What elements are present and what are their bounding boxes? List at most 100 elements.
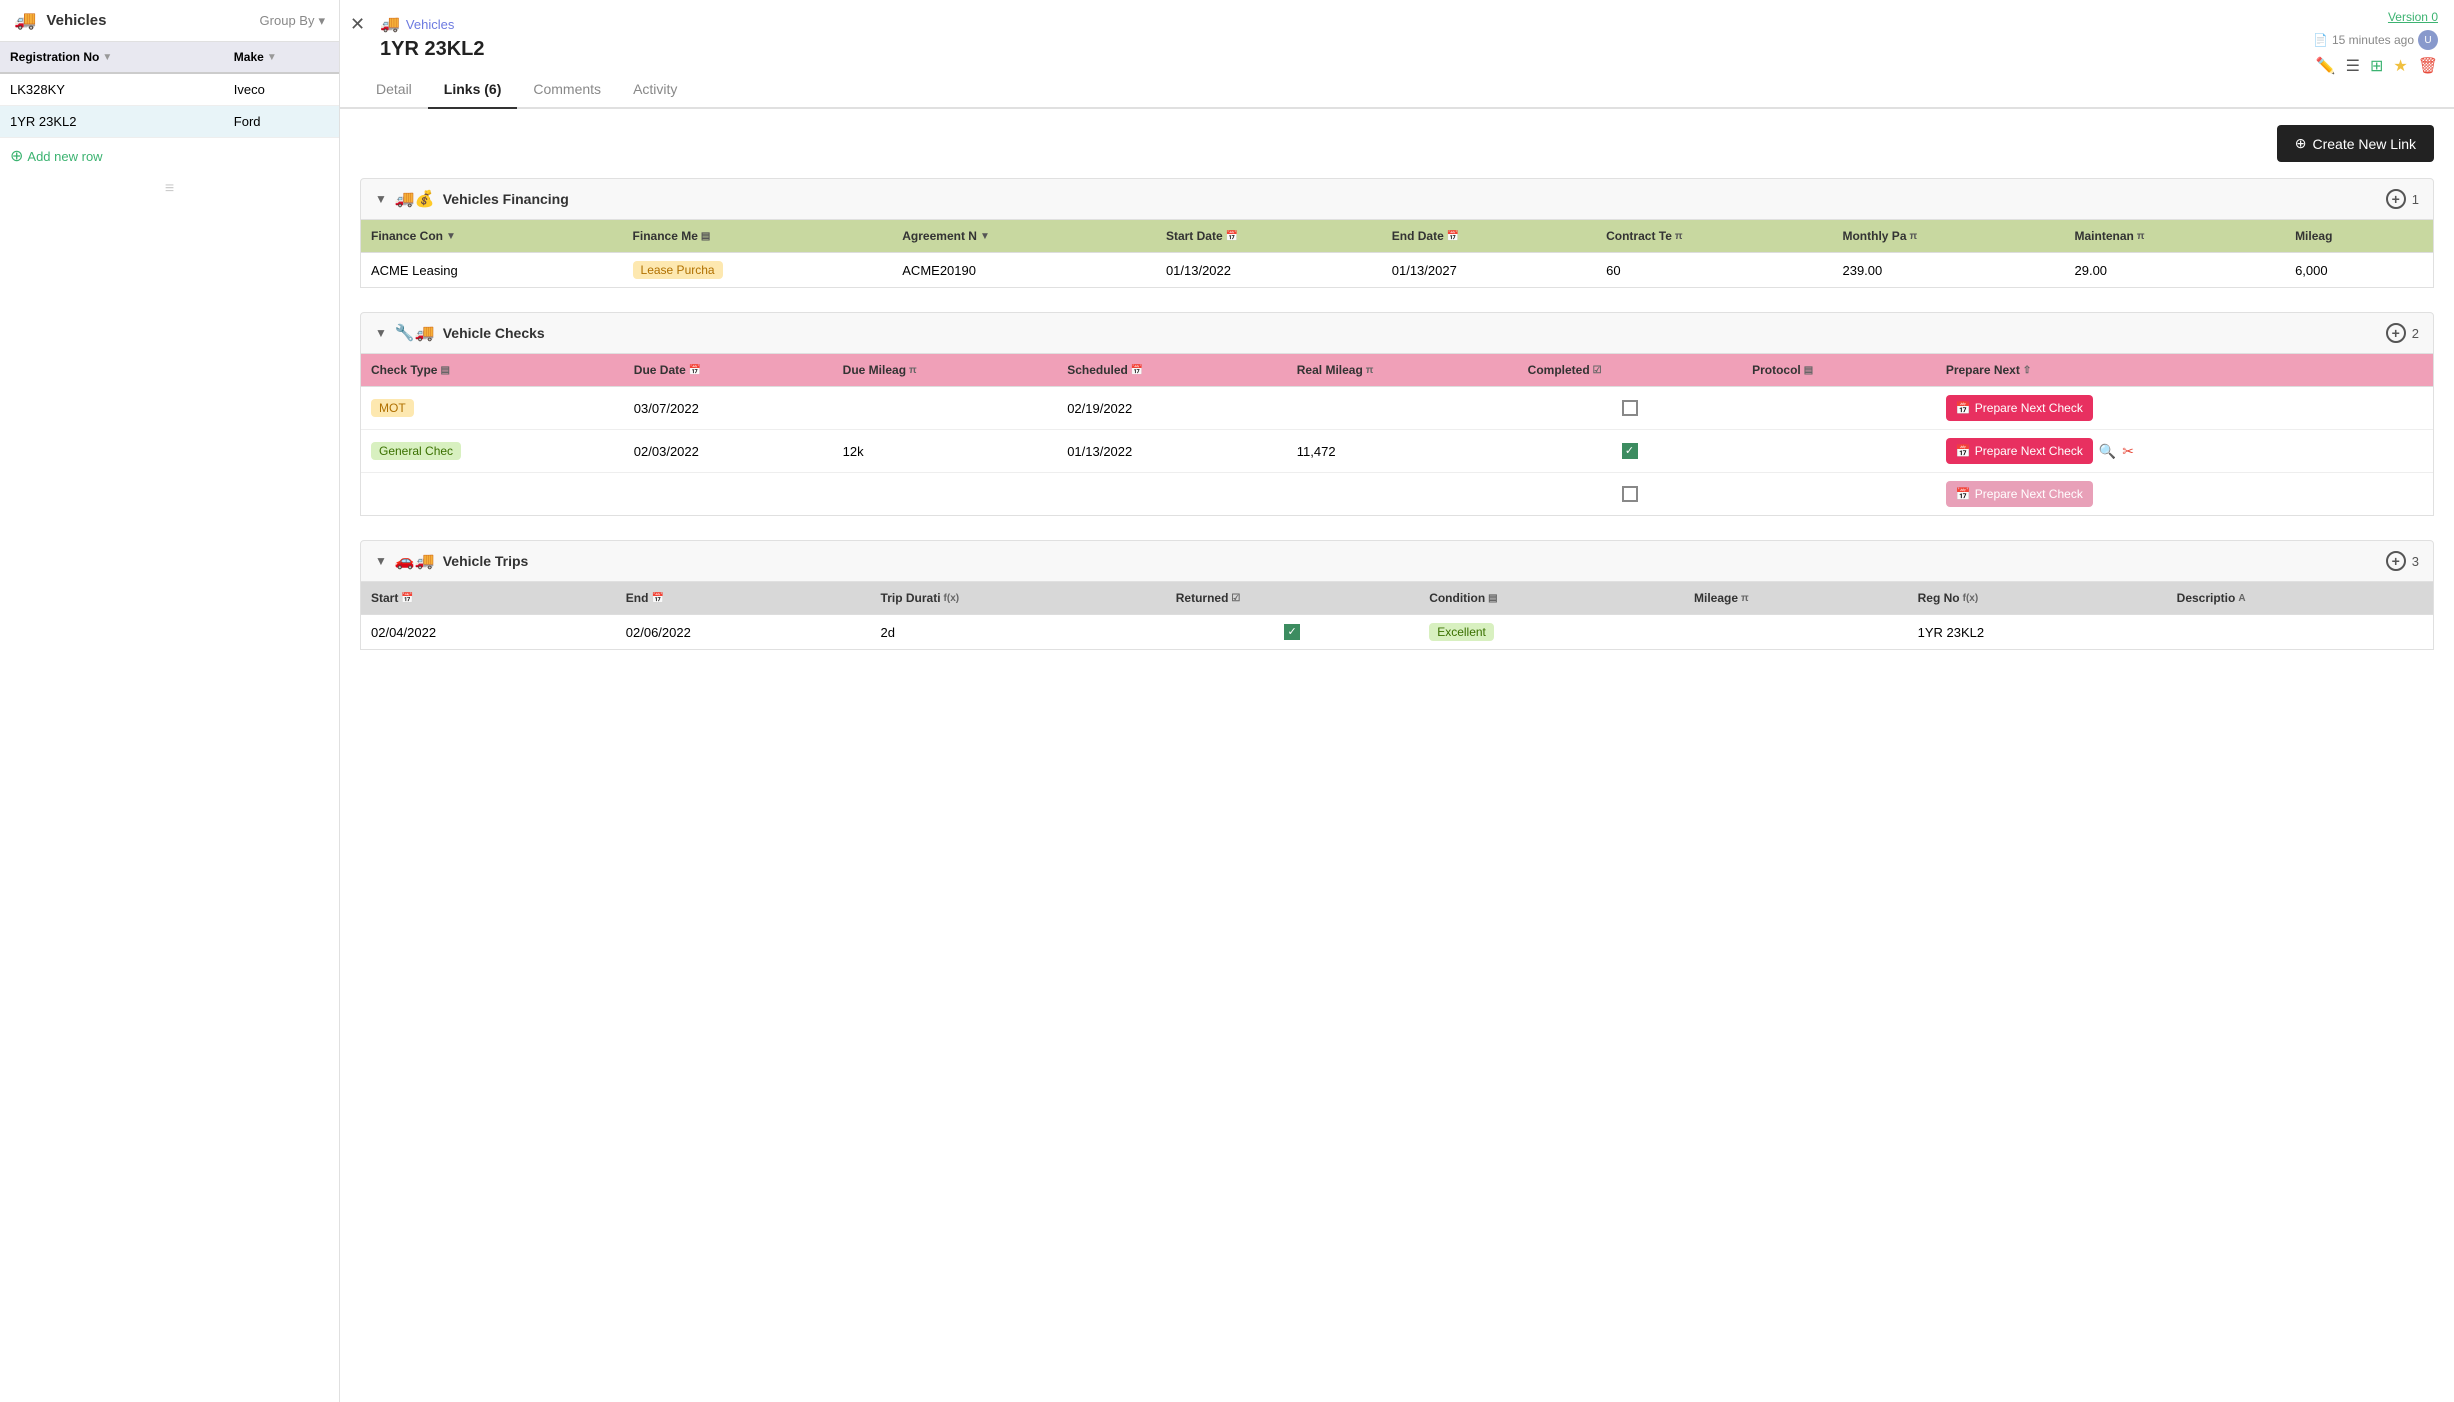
grid-icon[interactable]: ⊞ xyxy=(2370,56,2383,76)
col-header[interactable]: Returned☑ xyxy=(1166,582,1419,615)
col-header[interactable]: Real Mileagπ xyxy=(1287,354,1518,387)
financing-section-header: ▼ 🚚💰 Vehicles Financing + 1 xyxy=(360,178,2434,220)
trash-icon[interactable]: 🗑 xyxy=(2418,56,2438,76)
table-row[interactable]: ACME Leasing Lease Purcha ACME20190 01/1… xyxy=(361,253,2433,288)
col-header[interactable]: Finance Con▼ xyxy=(361,220,623,253)
completed-checkbox[interactable] xyxy=(1622,443,1638,459)
trips-icon: 🚗🚚 xyxy=(395,551,435,571)
unlink-icon[interactable]: ✂ xyxy=(2122,443,2134,460)
plus-circle-icon: ⊕ xyxy=(2295,135,2307,152)
col-header[interactable]: Agreement N▼ xyxy=(892,220,1156,253)
trips-add[interactable]: + 3 xyxy=(2386,551,2419,571)
search-icon[interactable]: 🔍 xyxy=(2099,443,2116,460)
col-header[interactable]: Due Mileagπ xyxy=(833,354,1058,387)
add-new-row[interactable]: ⊕ Add new row xyxy=(0,138,339,174)
completed-checkbox[interactable] xyxy=(1622,486,1638,502)
returned-checkbox[interactable] xyxy=(1284,624,1300,640)
col-header[interactable]: Start📅 xyxy=(361,582,616,615)
col-header-make[interactable]: Make ▼ xyxy=(224,42,339,73)
col-header[interactable]: Protocol▤ xyxy=(1742,354,1936,387)
prepare-next-check-button[interactable]: 📅 Prepare Next Check xyxy=(1946,395,2093,421)
table-row[interactable]: 📅 Prepare Next Check xyxy=(361,473,2433,516)
real-mileage-cell xyxy=(1287,473,1518,516)
top-right-actions: Version 0 📄 15 minutes ago U ✏️ ☰ ⊞ ★ 🗑 xyxy=(2313,10,2438,76)
edit-icon[interactable]: ✏️ xyxy=(2316,56,2336,76)
table-row[interactable]: MOT 03/07/2022 02/19/2022 📅 Prepare Next… xyxy=(361,387,2433,430)
agreement-no: ACME20190 xyxy=(892,253,1156,288)
col-header[interactable]: Prepare Next⇧ xyxy=(1936,354,2433,387)
col-header-reg[interactable]: Registration No ▼ xyxy=(0,42,224,73)
trips-num: 3 xyxy=(2412,554,2419,569)
checks-add[interactable]: + 2 xyxy=(2386,323,2419,343)
col-header[interactable]: Monthly Paπ xyxy=(1832,220,2064,253)
completed-cell xyxy=(1518,387,1742,430)
real-mileage-cell: 11,472 xyxy=(1287,430,1518,473)
finance-method: Lease Purcha xyxy=(623,253,893,288)
row-actions: 📅 Prepare Next Check 🔍 ✂ xyxy=(1946,438,2423,464)
prepare-next-cell: 📅 Prepare Next Check 🔍 ✂ xyxy=(1936,430,2433,473)
version-link[interactable]: Version 0 xyxy=(2388,10,2438,24)
col-icon: f(x) xyxy=(1963,593,1979,604)
chevron-icon[interactable]: ▼ xyxy=(375,192,387,206)
table-row[interactable]: LK328KY Iveco xyxy=(0,73,339,106)
col-icon: 📅 xyxy=(1131,365,1143,376)
table-row[interactable]: General Chec 02/03/2022 12k 01/13/2022 1… xyxy=(361,430,2433,473)
scheduled-cell xyxy=(1057,473,1287,516)
check-type-cell: MOT xyxy=(361,387,624,430)
col-icon: 📅 xyxy=(651,593,663,604)
prepare-next-cell: 📅 Prepare Next Check xyxy=(1936,387,2433,430)
chevron-icon[interactable]: ▼ xyxy=(375,554,387,568)
financing-table: Finance Con▼Finance Me▤Agreement N▼Start… xyxy=(361,220,2433,287)
completed-cell xyxy=(1518,430,1742,473)
col-icon: π xyxy=(1366,365,1374,376)
due-mileage-cell xyxy=(833,387,1058,430)
financing-num: 1 xyxy=(2412,192,2419,207)
col-icon: ⇧ xyxy=(2023,365,2031,376)
col-header[interactable]: Scheduled📅 xyxy=(1057,354,1287,387)
plus-icon: ⊕ xyxy=(10,146,23,166)
col-header[interactable]: Reg Nof(x) xyxy=(1908,582,2167,615)
due-mileage-cell xyxy=(833,473,1058,516)
left-header: 🚚 Vehicles Group By ▾ xyxy=(0,0,339,42)
checks-title: Vehicle Checks xyxy=(443,325,545,341)
prepare-next-check-button[interactable]: 📅 Prepare Next Check xyxy=(1946,438,2093,464)
col-header[interactable]: End📅 xyxy=(616,582,871,615)
table-row[interactable]: 02/04/2022 02/06/2022 2d Excellent 1YR 2… xyxy=(361,615,2433,650)
col-header[interactable]: Start Date📅 xyxy=(1156,220,1382,253)
completed-checkbox[interactable] xyxy=(1622,400,1638,416)
avatar: U xyxy=(2418,30,2438,50)
tab-detail[interactable]: Detail xyxy=(360,71,428,109)
checks-table-wrap: Check Type▤Due Date📅Due MileagπScheduled… xyxy=(360,354,2434,516)
tab-activity[interactable]: Activity xyxy=(617,71,693,109)
create-new-link-button[interactable]: ⊕ Create New Link xyxy=(2277,125,2434,162)
tab-links--6[interactable]: Links (6) xyxy=(428,71,518,109)
financing-icon: 🚚💰 xyxy=(395,189,435,209)
scheduled-cell: 01/13/2022 xyxy=(1057,430,1287,473)
calendar-icon: 📅 xyxy=(1956,444,1971,458)
col-header[interactable]: DescriptioA xyxy=(2167,582,2433,615)
col-icon: π xyxy=(1910,231,1918,242)
table-row[interactable]: 1YR 23KL2 Ford xyxy=(0,106,339,138)
chevron-icon[interactable]: ▼ xyxy=(375,326,387,340)
col-header[interactable]: Contract Teπ xyxy=(1596,220,1832,253)
col-header[interactable]: Condition▤ xyxy=(1419,582,1684,615)
col-header[interactable]: Due Date📅 xyxy=(624,354,833,387)
financing-add[interactable]: + 1 xyxy=(2386,189,2419,209)
checks-section-header: ▼ 🔧🚚 Vehicle Checks + 2 xyxy=(360,312,2434,354)
star-icon[interactable]: ★ xyxy=(2393,56,2407,76)
close-button[interactable]: ✕ xyxy=(350,14,365,35)
col-header[interactable]: Trip Duratif(x) xyxy=(871,582,1166,615)
list-icon[interactable]: ☰ xyxy=(2346,56,2360,76)
col-header[interactable]: Finance Me▤ xyxy=(623,220,893,253)
col-header[interactable]: Check Type▤ xyxy=(361,354,624,387)
col-header[interactable]: Mileageπ xyxy=(1684,582,1908,615)
col-header[interactable]: Completed☑ xyxy=(1518,354,1742,387)
group-by-button[interactable]: Group By ▾ xyxy=(260,13,325,29)
check-type-cell xyxy=(361,473,624,516)
col-header[interactable]: Mileag xyxy=(2285,220,2433,253)
col-header[interactable]: Maintenanπ xyxy=(2065,220,2286,253)
add-circle-icon: + xyxy=(2386,189,2406,209)
create-link-btn-wrap: ⊕ Create New Link xyxy=(360,125,2434,178)
col-header[interactable]: End Date📅 xyxy=(1382,220,1596,253)
tab-comments[interactable]: Comments xyxy=(517,71,617,109)
